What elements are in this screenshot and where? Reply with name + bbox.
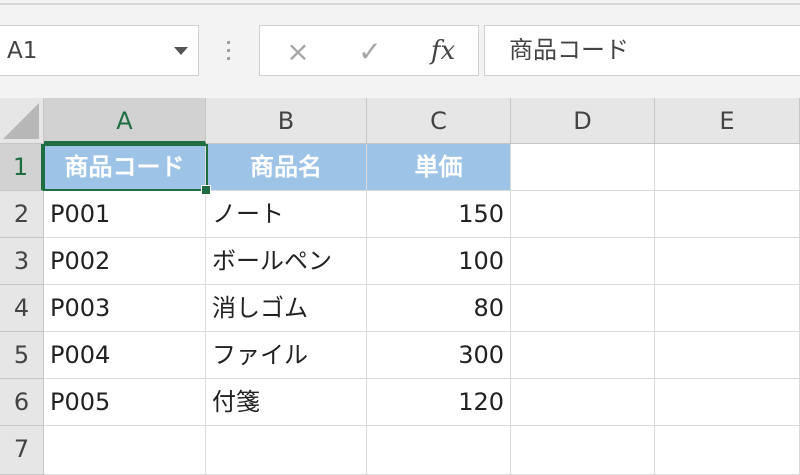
column-header-c[interactable]: C (367, 98, 511, 144)
cell-e7[interactable] (655, 426, 800, 475)
cell-a5[interactable]: P004 (44, 332, 206, 379)
cell-b6[interactable]: 付箋 (206, 379, 367, 426)
cell-e2[interactable] (655, 191, 800, 238)
formula-value: 商品コード (509, 36, 629, 64)
column-header-d[interactable]: D (511, 98, 655, 144)
cell-c3[interactable]: 100 (367, 238, 511, 285)
cell-a6[interactable]: P005 (44, 379, 206, 426)
cell-b5[interactable]: ファイル (206, 332, 367, 379)
cell-e6[interactable] (655, 379, 800, 426)
cell-c1[interactable]: 単価 (367, 144, 511, 191)
cell-d3[interactable] (511, 238, 655, 285)
name-box-value: A1 (7, 38, 38, 64)
row-header-3[interactable]: 3 (0, 238, 44, 285)
column-header-a[interactable]: A (44, 98, 206, 144)
row-header-4[interactable]: 4 (0, 285, 44, 332)
spreadsheet-grid: A B C D E 1 2 3 4 5 6 7 商品コード 商品名 単価 P00… (0, 98, 800, 475)
enter-icon[interactable]: ✓ (350, 26, 390, 77)
select-all-icon (3, 103, 39, 139)
cell-b2[interactable]: ノート (206, 191, 367, 238)
cell-e1[interactable] (655, 144, 800, 191)
formula-toolbar: A1 × ✓ fx 商品コード (0, 0, 800, 98)
row-header-7[interactable]: 7 (0, 426, 44, 475)
row-header-1[interactable]: 1 (0, 144, 44, 191)
cell-d2[interactable] (511, 191, 655, 238)
cell-c2[interactable]: 150 (367, 191, 511, 238)
cell-d4[interactable] (511, 285, 655, 332)
name-box[interactable]: A1 (0, 25, 199, 76)
cell-c7[interactable] (367, 426, 511, 475)
cell-a2[interactable]: P001 (44, 191, 206, 238)
cell-b7[interactable] (206, 426, 367, 475)
chevron-down-icon[interactable] (174, 47, 188, 55)
select-all-button[interactable] (0, 98, 44, 144)
cancel-icon[interactable]: × (278, 26, 318, 77)
cell-d7[interactable] (511, 426, 655, 475)
cell-d1[interactable] (511, 144, 655, 191)
column-header-e[interactable]: E (655, 98, 800, 144)
column-header-b[interactable]: B (206, 98, 367, 144)
cell-c5[interactable]: 300 (367, 332, 511, 379)
cell-a3[interactable]: P002 (44, 238, 206, 285)
cell-d5[interactable] (511, 332, 655, 379)
ribbon-divider (0, 3, 800, 5)
cell-b4[interactable]: 消しゴム (206, 285, 367, 332)
cell-a1[interactable]: 商品コード (44, 144, 206, 191)
grip-icon[interactable] (226, 39, 232, 63)
formula-input[interactable]: 商品コード (484, 25, 800, 76)
cell-b1[interactable]: 商品名 (206, 144, 367, 191)
row-header-5[interactable]: 5 (0, 332, 44, 379)
cell-d6[interactable] (511, 379, 655, 426)
formula-buttons: × ✓ fx (259, 25, 479, 76)
cell-c4[interactable]: 80 (367, 285, 511, 332)
fill-handle[interactable] (201, 185, 211, 195)
insert-function-icon[interactable]: fx (420, 26, 466, 77)
cell-e5[interactable] (655, 332, 800, 379)
cell-e3[interactable] (655, 238, 800, 285)
row-header-6[interactable]: 6 (0, 379, 44, 426)
cell-a4[interactable]: P003 (44, 285, 206, 332)
cell-b3[interactable]: ボールペン (206, 238, 367, 285)
cell-a7[interactable] (44, 426, 206, 475)
cell-c6[interactable]: 120 (367, 379, 511, 426)
cell-e4[interactable] (655, 285, 800, 332)
row-header-2[interactable]: 2 (0, 191, 44, 238)
